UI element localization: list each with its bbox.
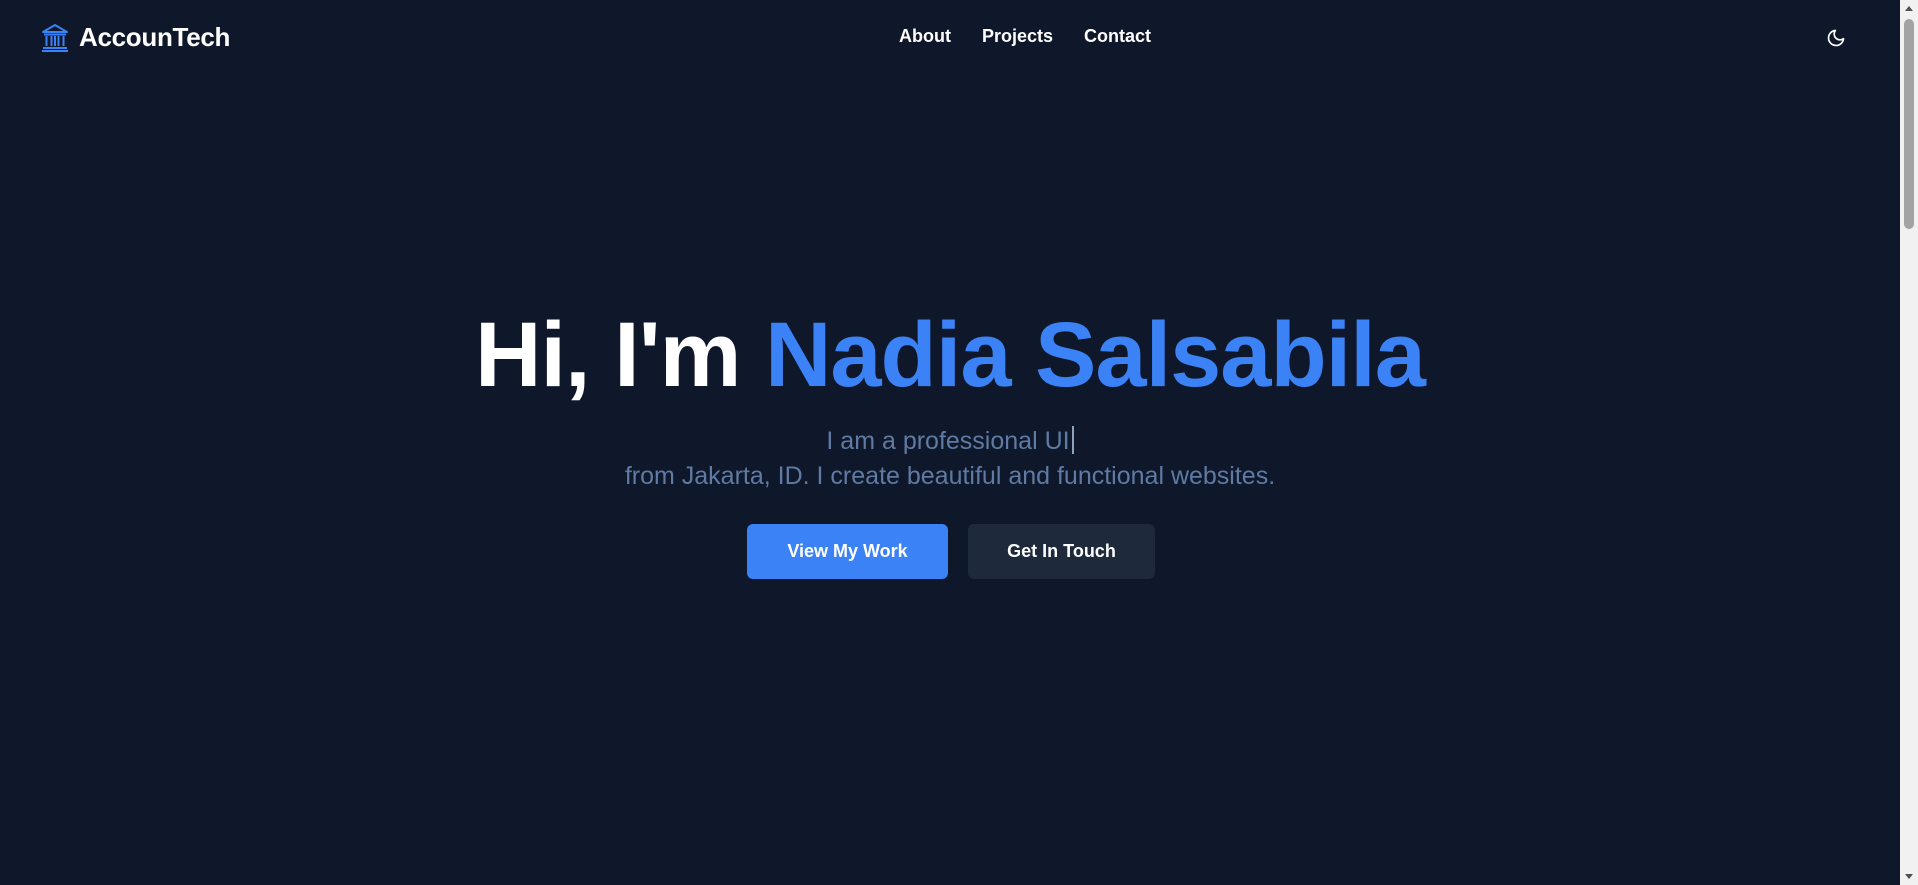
theme-toggle-button[interactable] (1822, 24, 1850, 52)
hero-greeting: Hi, I'm (475, 304, 765, 406)
vertical-scrollbar[interactable] (1900, 0, 1918, 885)
site-header: AccounTech About Projects Contact (0, 0, 1900, 75)
hero-name: Nadia Salsabila (764, 304, 1426, 406)
brand-logo-link[interactable]: AccounTech (41, 22, 230, 53)
brand-name: AccounTech (79, 22, 231, 52)
hero-subtitle: I am a professional UI from Jakarta, ID.… (0, 424, 1900, 494)
nav-link-contact[interactable]: Contact (1084, 26, 1151, 47)
nav-link-projects[interactable]: Projects (982, 26, 1053, 47)
page: AccounTech About Projects Contact Hi, I'… (0, 0, 1918, 885)
hero-actions: View My Work Get In Touch (0, 524, 1900, 579)
hero-subtitle-line2: from Jakarta, ID. I create beautiful and… (624, 462, 1276, 490)
view-my-work-button[interactable]: View My Work (747, 524, 948, 579)
hero-title: Hi, I'm Nadia Salsabila (0, 300, 1900, 410)
bank-building-icon (42, 23, 68, 52)
typing-cursor (1071, 426, 1074, 454)
moon-icon (1827, 29, 1845, 47)
scroll-down-arrow-icon[interactable] (1900, 868, 1918, 885)
hero-subtitle-line1: I am a professional UI (826, 427, 1070, 455)
scroll-up-arrow-icon[interactable] (1900, 0, 1918, 17)
nav-link-about[interactable]: About (899, 26, 951, 47)
hero-section: Hi, I'm Nadia Salsabila I am a professio… (0, 300, 1900, 579)
get-in-touch-button[interactable]: Get In Touch (968, 524, 1155, 579)
scrollbar-thumb[interactable] (1904, 19, 1914, 229)
main-nav: About Projects Contact (899, 26, 1151, 47)
